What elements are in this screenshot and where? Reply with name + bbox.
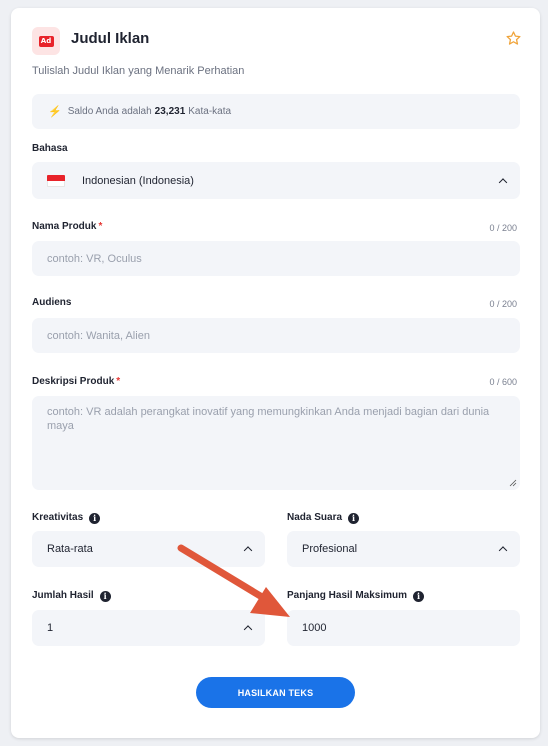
chevron-up-icon xyxy=(243,625,253,634)
tone-select[interactable]: Profesional xyxy=(287,531,520,567)
language-select[interactable]: Indonesian (Indonesia) xyxy=(32,162,520,199)
page-title: Judul Iklan xyxy=(71,30,150,47)
creativity-label: Kreativitas i xyxy=(32,512,101,524)
page-subtitle: Tulislah Judul Iklan yang Menarik Perhat… xyxy=(32,65,245,77)
result-count-value: 1 xyxy=(47,622,54,634)
product-name-counter: 0 / 200 xyxy=(489,223,517,233)
form-card: Ad Judul Iklan Tulislah Judul Iklan yang… xyxy=(11,8,540,738)
resize-handle-icon[interactable] xyxy=(509,479,517,487)
audience-counter: 0 / 200 xyxy=(489,299,517,309)
info-icon[interactable]: i xyxy=(348,512,360,524)
ad-app-icon: Ad xyxy=(32,27,60,55)
audience-label: Audiens xyxy=(32,297,72,308)
tone-value: Profesional xyxy=(302,543,358,555)
ad-icon: Ad xyxy=(38,35,54,47)
description-label-text: Deskripsi Produk xyxy=(32,376,115,387)
description-label: Deskripsi Produk * xyxy=(32,376,120,387)
tone-label: Nada Suara i xyxy=(287,512,360,524)
chevron-up-icon xyxy=(498,177,508,187)
chevron-up-icon xyxy=(498,546,508,555)
tone-label-text: Nada Suara xyxy=(287,512,343,523)
star-favorite-icon[interactable] xyxy=(505,30,522,47)
word-balance-banner: ⚡ Saldo Anda adalah 23,231 Kata-kata xyxy=(32,94,520,129)
result-count-select[interactable]: 1 xyxy=(32,610,265,646)
balance-suffix: Kata-kata xyxy=(188,106,232,117)
creativity-value: Rata-rata xyxy=(47,543,93,555)
chevron-up-icon xyxy=(243,546,253,555)
generate-text-button[interactable]: HASILKAN TEKS xyxy=(196,677,355,708)
result-count-label: Jumlah Hasil i xyxy=(32,590,111,602)
result-count-label-text: Jumlah Hasil xyxy=(32,590,94,601)
max-length-label: Panjang Hasil Maksimum i xyxy=(287,590,425,602)
description-placeholder: contoh: VR adalah perangkat inovatif yan… xyxy=(47,406,490,432)
info-icon[interactable]: i xyxy=(413,590,425,602)
description-counter: 0 / 600 xyxy=(489,377,517,387)
info-icon[interactable]: i xyxy=(89,512,101,524)
balance-amount: 23,231 xyxy=(154,106,186,117)
required-mark: * xyxy=(98,221,103,232)
indonesia-flag-icon xyxy=(47,174,65,187)
required-mark: * xyxy=(116,376,121,387)
product-name-label-text: Nama Produk xyxy=(32,221,97,232)
max-length-input[interactable]: 1000 xyxy=(287,610,520,646)
audience-input[interactable]: contoh: Wanita, Alien xyxy=(32,318,520,353)
max-length-label-text: Panjang Hasil Maksimum xyxy=(287,590,408,601)
language-value: Indonesian (Indonesia) xyxy=(82,174,194,187)
lightning-icon: ⚡ xyxy=(48,106,62,118)
language-label: Bahasa xyxy=(32,143,68,154)
product-name-label: Nama Produk * xyxy=(32,221,102,232)
product-name-input[interactable]: contoh: VR, Oculus xyxy=(32,241,520,276)
info-icon[interactable]: i xyxy=(99,590,111,602)
creativity-select[interactable]: Rata-rata xyxy=(32,531,265,567)
description-textarea[interactable]: contoh: VR adalah perangkat inovatif yan… xyxy=(32,396,520,490)
balance-prefix: Saldo Anda adalah xyxy=(67,106,152,117)
creativity-label-text: Kreativitas xyxy=(32,512,84,523)
